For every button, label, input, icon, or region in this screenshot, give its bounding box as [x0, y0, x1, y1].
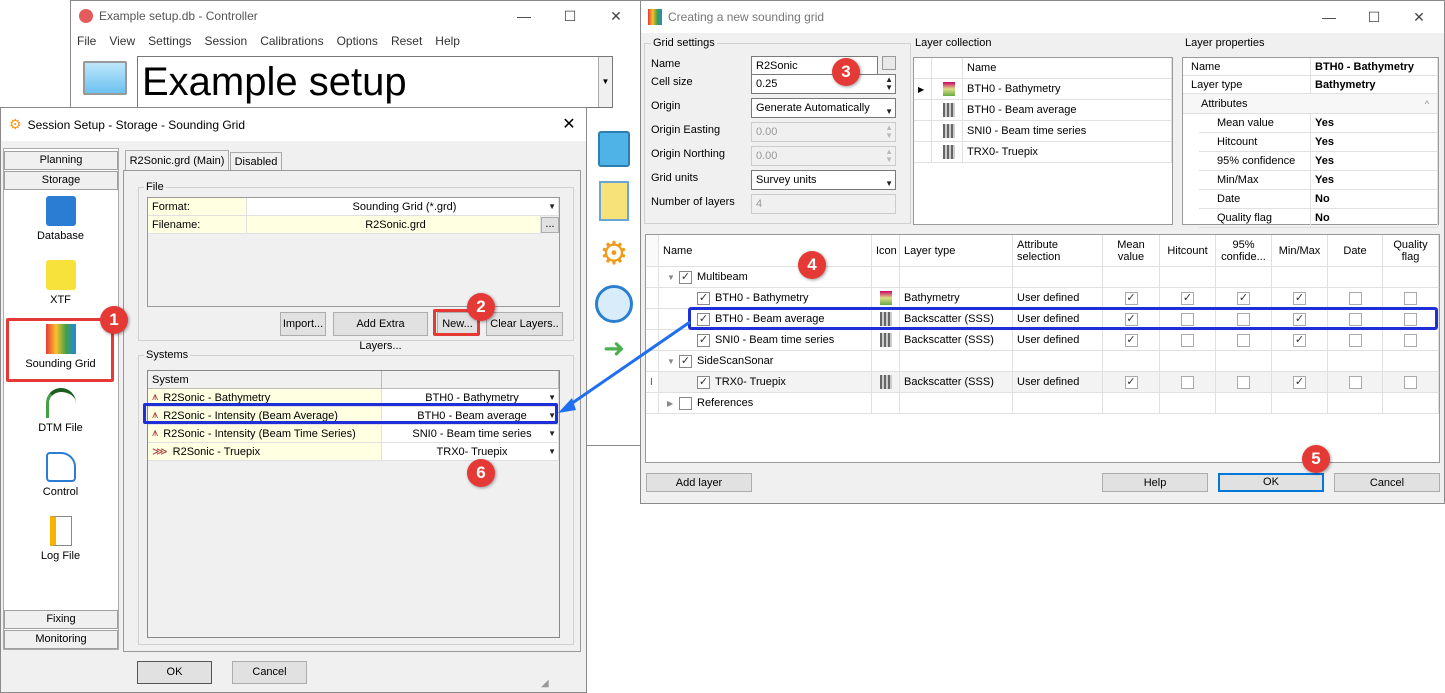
step-badge-2: 2	[467, 293, 495, 321]
step-badge-4: 4	[798, 251, 826, 279]
step-badge-1: 1	[100, 306, 128, 334]
step-badge-5: 5	[1302, 445, 1330, 473]
connector-arrow	[558, 320, 691, 413]
step-badge-3: 3	[832, 58, 860, 86]
step-badge-6: 6	[467, 459, 495, 487]
